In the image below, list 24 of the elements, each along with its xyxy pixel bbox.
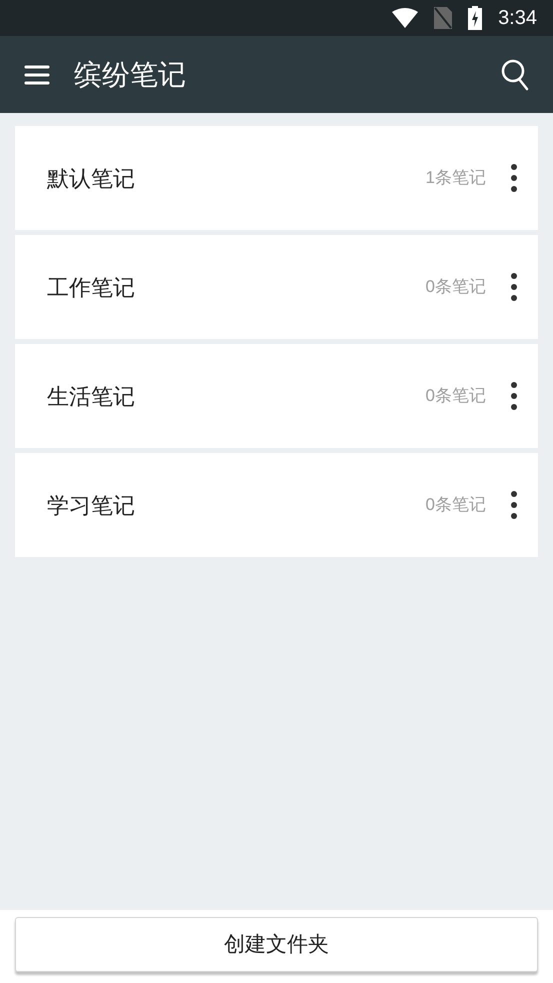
folder-item[interactable]: 默认笔记 1条笔记 [15, 126, 538, 230]
more-button[interactable] [510, 272, 518, 302]
more-button[interactable] [510, 381, 518, 411]
more-button[interactable] [510, 163, 518, 193]
note-count: 0条笔记 [426, 276, 486, 298]
menu-button[interactable] [24, 64, 50, 84]
no-sim-icon [434, 7, 452, 29]
folder-name: 学习笔记 [46, 492, 136, 520]
folder-name: 工作笔记 [46, 274, 136, 302]
note-count: 0条笔记 [426, 385, 486, 408]
note-count: 0条笔记 [426, 494, 486, 516]
battery-charging-icon [468, 6, 482, 30]
app-title: 缤纷笔记 [74, 58, 187, 92]
folder-name: 默认笔记 [46, 164, 136, 192]
more-button[interactable] [510, 490, 518, 520]
create-folder-button[interactable]: 创建文件夹 [15, 917, 538, 972]
note-count: 1条笔记 [426, 167, 486, 190]
folder-item[interactable]: 生活笔记 0条笔记 [15, 344, 538, 448]
search-button[interactable] [501, 58, 529, 90]
status-time: 3:34 [498, 6, 537, 31]
folder-name: 生活笔记 [46, 382, 136, 410]
wifi-icon [392, 8, 418, 28]
folder-item[interactable]: 工作笔记 0条笔记 [15, 235, 538, 339]
folder-item[interactable]: 学习笔记 0条笔记 [15, 453, 538, 557]
